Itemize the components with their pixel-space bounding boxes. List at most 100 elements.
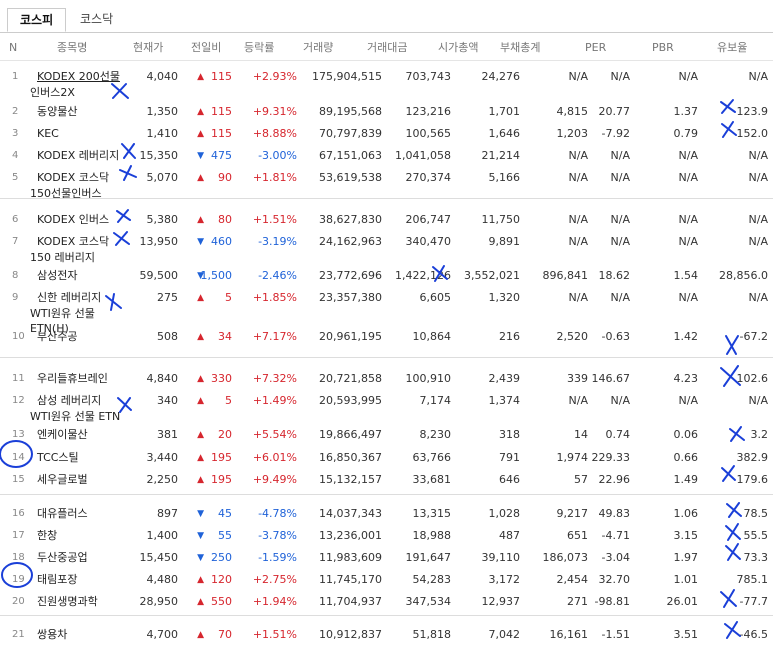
per: -1.51 [601, 628, 630, 641]
stock-name[interactable]: KODEX 200선물 [37, 69, 120, 85]
table-header: N 종목명 현재가 전일비 등락률 거래량 거래대금 시가총액 부채총계 PER… [0, 40, 773, 61]
stock-name[interactable]: 세우글로벌 [37, 472, 88, 488]
stock-name[interactable]: 쌍용차 [37, 627, 67, 643]
trade-amount: 6,605 [419, 291, 452, 304]
pbr: N/A [678, 213, 698, 226]
table-row[interactable]: 8 삼성전자 59,500 ▼ 1,500 -2.46% 23,772,696 1,422,… [0, 264, 773, 286]
stock-name[interactable]: TCC스틸 [37, 450, 79, 466]
up-arrow-icon: ▲ [197, 129, 204, 139]
col-volume[interactable]: 거래량 [303, 40, 333, 56]
stock-name[interactable]: KEC [37, 126, 59, 142]
reserve-ratio: 55.5 [743, 529, 769, 542]
up-arrow-icon: ▲ [197, 215, 204, 225]
change-rate: +5.54% [252, 428, 297, 441]
table-row[interactable]: 10 부산주공 508 ▲ 34 +7.17% 20,961,195 10,864 216 2,… [0, 325, 773, 367]
current-price: 5,380 [146, 213, 179, 226]
table-row[interactable]: 2 동양물산 1,350 ▲ 115 +9.31% 89,195,568 123,216 1,… [0, 100, 773, 122]
up-arrow-icon: ▲ [197, 575, 204, 585]
market-cap: 1,374 [488, 394, 521, 407]
up-arrow-icon: ▲ [197, 453, 204, 463]
row-number: 17 [12, 530, 25, 541]
table-row[interactable]: 7 KODEX 코스닥 150 레버리지 13,950 ▼ 460 -3.19% 24,16… [0, 230, 773, 264]
table-row[interactable]: 6 KODEX 인버스 5,380 ▲ 80 +1.51% 38,627,830 206,7… [0, 208, 773, 230]
col-n[interactable]: N [9, 40, 17, 56]
current-price: 13,950 [139, 235, 179, 248]
col-debt[interactable]: 부채총계 [500, 40, 540, 56]
table-row[interactable]: 21 쌍용차 4,700 ▲ 70 +1.51% 10,912,837 51,818 7,04… [0, 623, 773, 645]
table-row[interactable]: 14 TCC스틸 3,440 ▲ 195 +6.01% 16,850,367 63,766 7… [0, 446, 773, 468]
stock-name[interactable]: KODEX 레버리지 [37, 148, 119, 164]
volume: 15,132,157 [319, 473, 382, 486]
table-row[interactable]: 19 태림포장 4,480 ▲ 120 +2.75% 11,745,170 54,283 3,… [0, 568, 773, 590]
volume: 13,236,001 [319, 529, 382, 542]
stock-name[interactable]: 동양물산 [37, 104, 77, 120]
stock-name[interactable]: 삼성 레버리지 [37, 393, 101, 409]
table-row[interactable]: 1 KODEX 200선물 인버스2X 4,040 ▲ 115 +2.93% 175,904… [0, 65, 773, 100]
table-row[interactable]: 9 신한 레버리지 WTI원유 선물 ETN(H) 275 ▲ 5 +1.85% 23,357… [0, 286, 773, 335]
up-arrow-icon: ▲ [197, 475, 204, 485]
col-rate[interactable]: 등락률 [244, 40, 274, 56]
up-arrow-icon: ▲ [197, 630, 204, 640]
table-row[interactable]: 11 우리들휴브레인 4,840 ▲ 330 +7.32% 20,721,858 100,9… [0, 367, 773, 389]
tab-kospi[interactable]: 코스피 [7, 8, 67, 32]
pbr: 1.01 [673, 573, 699, 586]
table-row[interactable]: 13 엔케이물산 381 ▲ 20 +5.54% 19,866,497 8,230 318 14… [0, 423, 773, 446]
col-diff[interactable]: 전일비 [191, 40, 221, 56]
current-price: 4,040 [146, 70, 179, 83]
col-per[interactable]: PER [585, 40, 606, 56]
table-row[interactable]: 3 KEC 1,410 ▲ 115 +8.88% 70,797,839 100,565 1,6… [0, 122, 773, 144]
stock-name[interactable]: 진원생명과학 [37, 594, 98, 610]
market-cap: 1,320 [488, 291, 521, 304]
price-change: 1,500 [200, 269, 233, 282]
table-row[interactable]: 5 KODEX 코스닥 150선물인버스 5,070 ▲ 90 +1.81% 53,619,… [0, 166, 773, 208]
stock-name[interactable]: 엔케이물산 [37, 427, 88, 443]
pbr: 0.66 [673, 451, 699, 464]
change-rate: +8.88% [252, 127, 297, 140]
col-price[interactable]: 현재가 [133, 40, 163, 56]
stock-name[interactable]: KODEX 코스닥 [37, 234, 109, 250]
price-change: 34 [218, 330, 232, 343]
price-change: 115 [211, 105, 232, 118]
row-number: 19 [12, 574, 25, 585]
reserve-ratio: N/A [748, 70, 768, 83]
trade-amount: 18,988 [412, 529, 452, 542]
col-market-cap[interactable]: 시가총액 [438, 40, 478, 56]
price-change: 550 [211, 595, 232, 608]
price-change: 70 [218, 628, 232, 641]
market-cap: 1,028 [488, 507, 521, 520]
stock-name[interactable]: 대유플러스 [37, 506, 88, 522]
stock-name[interactable]: 한창 [37, 528, 57, 544]
row-number: 4 [12, 150, 19, 161]
stock-name[interactable]: 우리들휴브레인 [37, 371, 108, 387]
stock-name[interactable]: 태림포장 [37, 572, 77, 588]
col-name[interactable]: 종목명 [57, 40, 87, 56]
total-debt: N/A [568, 171, 588, 184]
table-row[interactable]: 16 대유플러스 897 ▼ 45 -4.78% 14,037,343 13,315 1,02… [0, 502, 773, 524]
current-price: 381 [157, 428, 178, 441]
stock-name[interactable]: KODEX 코스닥 [37, 170, 109, 186]
trade-amount: 10,864 [412, 330, 452, 343]
stock-name[interactable]: 두산중공업 [37, 550, 88, 566]
pbr: N/A [678, 235, 698, 248]
stock-name[interactable]: KODEX 인버스 [37, 212, 109, 228]
stock-name[interactable]: 부산주공 [37, 329, 77, 345]
table-row[interactable]: 15 세우글로벌 2,250 ▲ 195 +9.49% 15,132,157 33,681 6… [0, 468, 773, 502]
per: -0.63 [601, 330, 630, 343]
volume: 16,850,367 [319, 451, 382, 464]
table-row[interactable]: 17 한창 1,400 ▼ 55 -3.78% 13,236,001 18,988 487 65… [0, 524, 773, 546]
trade-amount: 8,230 [419, 428, 452, 441]
stock-name[interactable]: 삼성전자 [37, 268, 77, 284]
table-row[interactable]: 4 KODEX 레버리지 15,350 ▼ 475 -3.00% 67,151,063 1,… [0, 144, 773, 166]
table-row[interactable]: 12 삼성 레버리지 WTI원유 선물 ETN 340 ▲ 5 +1.49% 20,593,… [0, 389, 773, 423]
table-row[interactable]: 18 두산중공업 15,450 ▼ 250 -1.59% 11,983,609 191,64… [0, 546, 773, 568]
table-row[interactable]: 20 진원생명과학 28,950 ▲ 550 +1.94% 11,704,937 347,5… [0, 590, 773, 623]
col-amount[interactable]: 거래대금 [367, 40, 407, 56]
down-arrow-icon: ▼ [197, 237, 204, 247]
col-reserve[interactable]: 유보율 [717, 40, 747, 56]
trade-amount: 191,647 [405, 551, 452, 564]
col-pbr[interactable]: PBR [652, 40, 674, 56]
stock-name[interactable]: 신한 레버리지 [37, 290, 101, 306]
per: 22.96 [598, 473, 631, 486]
tab-kosdaq[interactable]: 코스닥 [68, 8, 125, 32]
total-debt: N/A [568, 394, 588, 407]
